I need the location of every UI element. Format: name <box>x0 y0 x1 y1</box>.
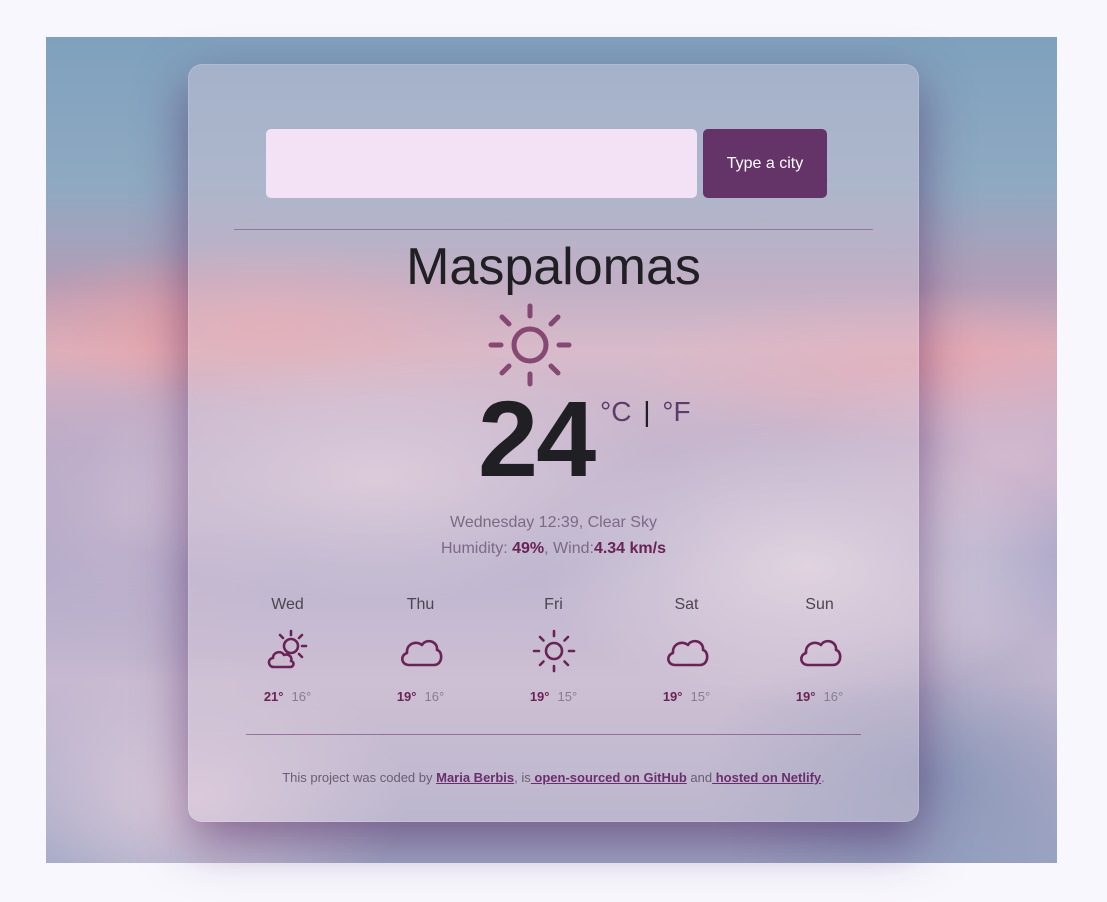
forecast-max: 19° <box>795 689 816 704</box>
forecast-day: Sat 19° 15° <box>620 595 753 705</box>
wind-value: 4.34 km/s <box>593 540 666 557</box>
forecast-temps: 21° 16° <box>221 689 354 705</box>
city-name: Maspalomas <box>406 238 701 296</box>
netlify-link[interactable]: hosted on Netlify <box>712 770 821 785</box>
forecast-row: Wed 21° 16° Thu 19° 16° Fri 19° 15° Sat … <box>221 595 886 705</box>
humidity-value: 49% <box>512 540 545 557</box>
sun-icon <box>532 629 575 673</box>
cloud-icon <box>799 639 841 667</box>
author-link[interactable]: Maria Berbis <box>436 770 514 785</box>
forecast-day-name: Sat <box>674 596 699 613</box>
forecast-max: 19° <box>396 689 417 704</box>
weather-stats: Humidity: 49%, Wind:4.34 km/s <box>188 539 919 559</box>
unit-separator: | <box>643 396 651 427</box>
city-search-input[interactable] <box>266 129 697 198</box>
forecast-temps: 19° 15° <box>487 689 620 705</box>
forecast-min: 15° <box>557 689 578 704</box>
search-button[interactable]: Type a city <box>703 129 827 198</box>
unit-toggle: °C | °F <box>600 396 691 428</box>
forecast-min: 15° <box>690 689 711 704</box>
forecast-min: 16° <box>424 689 445 704</box>
forecast-max: 19° <box>662 689 683 704</box>
celsius-link[interactable]: °C <box>600 396 631 427</box>
forecast-day-name: Fri <box>544 596 563 613</box>
forecast-day-name: Thu <box>406 596 435 613</box>
cloud-icon <box>400 639 442 667</box>
humidity-label: Humidity: <box>440 540 513 557</box>
forecast-temps: 19° 16° <box>753 689 886 705</box>
search-form: Type a city <box>266 129 827 198</box>
bottom-divider <box>246 734 861 735</box>
forecast-temps: 19° 15° <box>620 689 753 705</box>
forecast-day: Sun 19° 16° <box>753 595 886 705</box>
sun-icon <box>488 303 572 387</box>
weather-card: Type a city Maspalomas 24 °C | °F Wednes… <box>188 64 919 822</box>
footer: This project was coded by Maria Berbis, … <box>188 770 919 786</box>
forecast-max: 21° <box>263 689 284 704</box>
partly-cloudy-icon <box>267 629 307 669</box>
footer-prefix: This project was coded by <box>282 770 437 785</box>
cloud-icon <box>666 639 708 667</box>
forecast-day: Fri 19° 15° <box>487 595 620 705</box>
footer-suffix: . <box>821 770 825 785</box>
forecast-max: 19° <box>529 689 550 704</box>
forecast-min: 16° <box>823 689 844 704</box>
forecast-temps: 19° 16° <box>354 689 487 705</box>
footer-text: , is <box>514 770 531 785</box>
fahrenheit-link[interactable]: °F <box>662 396 690 427</box>
github-link[interactable]: open-sourced on GitHub <box>531 770 686 785</box>
forecast-day: Thu 19° 16° <box>354 595 487 705</box>
wind-label: , Wind: <box>544 540 594 557</box>
top-divider <box>234 229 873 230</box>
footer-text: and <box>686 770 713 785</box>
forecast-day: Wed 21° 16° <box>221 595 354 705</box>
temperature-value: 24 <box>478 378 596 499</box>
forecast-day-name: Sun <box>805 596 834 613</box>
forecast-day-name: Wed <box>271 596 304 613</box>
forecast-min: 16° <box>291 689 312 704</box>
date-description: Wednesday 12:39, Clear Sky <box>450 514 657 531</box>
